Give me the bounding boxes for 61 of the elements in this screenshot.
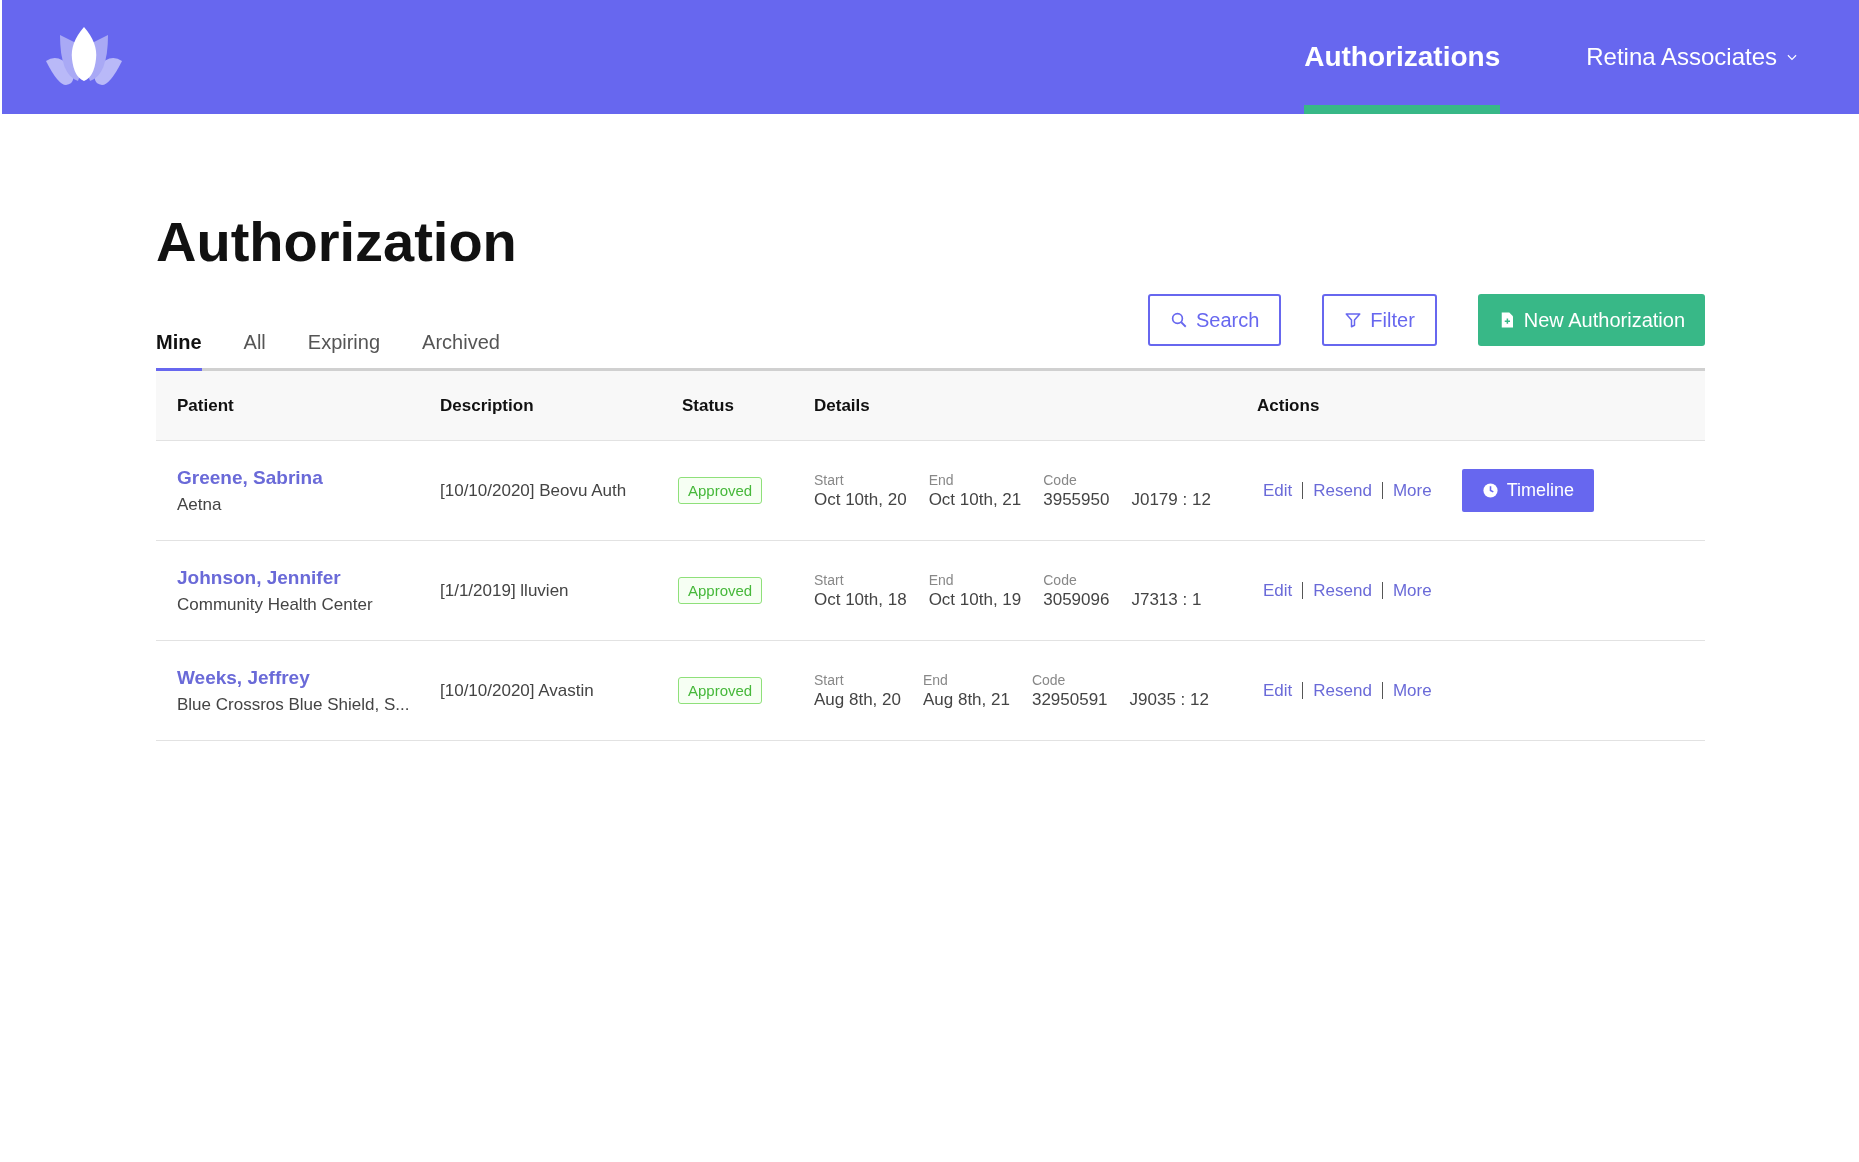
- detail-label: End: [928, 471, 955, 488]
- detail-value: 3059096: [1043, 589, 1110, 610]
- filter-icon: [1344, 311, 1363, 329]
- status-badge: Approved: [678, 677, 763, 704]
- description-text: [1/1/2019] lluvien: [440, 580, 570, 601]
- lotus-logo-icon: [44, 27, 124, 87]
- filter-button[interactable]: Filter: [1322, 294, 1437, 346]
- search-button[interactable]: Search: [1147, 294, 1282, 346]
- tab[interactable]: Archived: [422, 331, 500, 371]
- patient-link[interactable]: Weeks, Jeffrey: [177, 666, 440, 689]
- action-link[interactable]: More: [1392, 580, 1432, 601]
- detail-value: Aug 8th, 21: [922, 689, 1010, 710]
- status-badge: Approved: [678, 477, 763, 504]
- action-link[interactable]: More: [1392, 480, 1432, 501]
- column-header: Actions: [1257, 395, 1321, 416]
- detail-label: Start: [814, 471, 845, 488]
- description-text: [10/10/2020] Avastin: [440, 680, 595, 701]
- detail-value: Oct 10th, 18: [814, 589, 907, 610]
- detail-label: End: [928, 571, 955, 588]
- detail-value: 3955950: [1043, 489, 1110, 510]
- column-header: Patient: [177, 395, 235, 416]
- action-link[interactable]: Edit: [1263, 580, 1293, 601]
- detail-value: Aug 8th, 20: [814, 689, 901, 710]
- tab[interactable]: Expiring: [307, 331, 381, 371]
- detail-label: Start: [814, 571, 845, 588]
- insurer-text: Community Health Center: [177, 594, 374, 615]
- status-badge: Approved: [678, 577, 763, 604]
- nav-tab[interactable]: Authorizations: [1304, 0, 1501, 114]
- account-dropdown[interactable]: Retina Associates: [1586, 0, 1799, 114]
- detail-label: Code: [1043, 571, 1078, 588]
- column-header: Details: [814, 395, 871, 416]
- page-title: Authorization: [156, 209, 518, 274]
- action-link[interactable]: Resend: [1313, 680, 1372, 701]
- detail-value: J9035 : 12: [1129, 689, 1209, 710]
- patient-link[interactable]: Johnson, Jennifer: [177, 566, 440, 589]
- column-header: Description: [440, 395, 535, 416]
- detail-label: End: [922, 671, 949, 688]
- detail-value: Oct 10th, 20: [814, 489, 907, 510]
- detail-value: Oct 10th, 21: [928, 489, 1022, 510]
- insurer-text: Blue Crossros Blue Shield, S...: [177, 694, 411, 715]
- clock-icon: [1481, 482, 1499, 499]
- search-icon: [1169, 311, 1188, 329]
- new-authorization-button[interactable]: New Authorization: [1477, 294, 1705, 346]
- detail-value: J0179 : 12: [1131, 489, 1211, 510]
- detail-label: Code: [1043, 471, 1078, 488]
- tab[interactable]: All: [243, 331, 266, 371]
- action-link[interactable]: Edit: [1263, 680, 1293, 701]
- detail-value: Oct 10th, 19: [928, 589, 1022, 610]
- action-link[interactable]: Edit: [1263, 480, 1293, 501]
- insurer-text: Aetna: [177, 494, 223, 515]
- description-text: [10/10/2020] Beovu Auth: [440, 480, 628, 501]
- patient-link[interactable]: Greene, Sabrina: [177, 466, 440, 489]
- detail-label: Start: [814, 671, 845, 688]
- action-link[interactable]: Resend: [1313, 480, 1372, 501]
- detail-label: Code: [1031, 671, 1067, 688]
- detail-value: J7313 : 1: [1131, 589, 1202, 610]
- column-header: Status: [682, 395, 735, 416]
- detail-value: 32950591: [1031, 689, 1108, 710]
- timeline-button[interactable]: Timeline: [1461, 469, 1594, 512]
- action-link[interactable]: Resend: [1313, 580, 1372, 601]
- action-link[interactable]: More: [1392, 680, 1432, 701]
